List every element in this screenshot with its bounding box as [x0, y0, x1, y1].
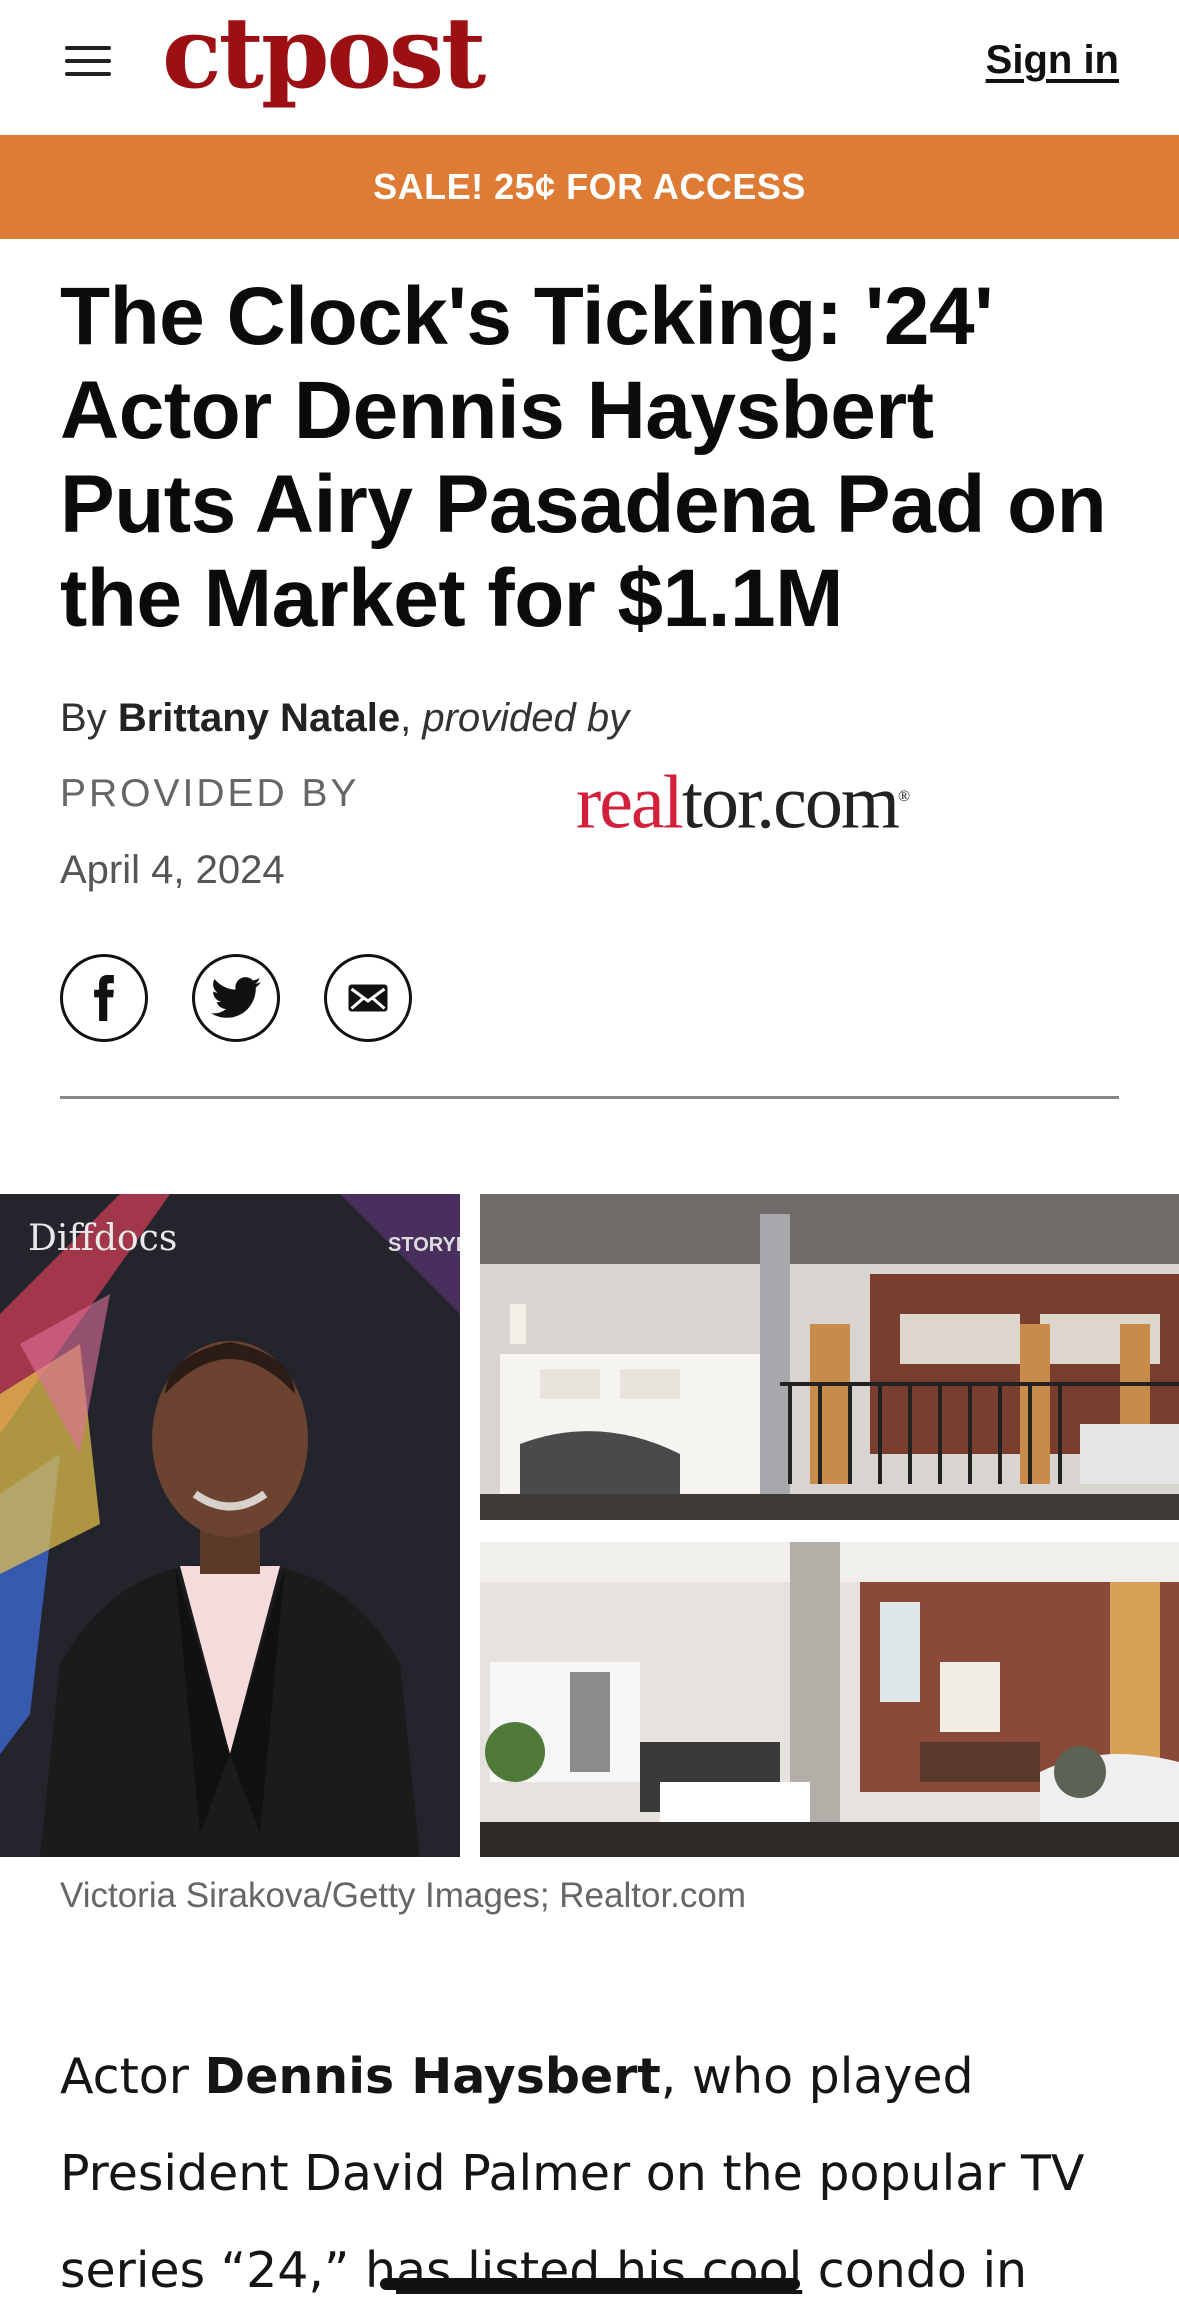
provider-logo-red: real [576, 760, 684, 845]
article-headline: The Clock's Ticking: '24' Actor Dennis H… [60, 271, 1107, 644]
byline-prefix: By [60, 696, 107, 740]
living-room-illustration [480, 1542, 1179, 1857]
hamburger-menu-icon[interactable] [65, 46, 111, 78]
article-photo-collage[interactable]: Diffdocs STORYL [0, 1194, 1179, 1857]
bedroom-loft-photo [480, 1194, 1179, 1520]
backdrop-text-left: Diffdocs [28, 1218, 178, 1259]
facebook-share-button[interactable] [60, 954, 148, 1042]
home-indicator[interactable] [380, 2278, 800, 2290]
publish-date: April 4, 2024 [60, 848, 285, 892]
section-divider [60, 1096, 1119, 1099]
actor-portrait-illustration [0, 1194, 460, 1857]
body-bold-name: Dennis Haysbert [204, 2048, 661, 2105]
body-text-part1: Actor [60, 2048, 205, 2105]
facebook-icon [94, 975, 114, 1021]
body-text-part3: condo in [802, 2242, 1028, 2299]
provider-logo-mark: ® [897, 788, 910, 805]
twitter-share-button[interactable] [192, 954, 280, 1042]
provider-logo[interactable]: realtor.com® [576, 752, 910, 847]
twitter-icon [211, 977, 261, 1018]
provided-by-label: PROVIDED BY [60, 772, 360, 815]
site-header: ctpost Sign in [0, 0, 1179, 135]
author-name[interactable]: Brittany Natale [118, 696, 400, 740]
actor-portrait-photo: Diffdocs STORYL [0, 1194, 460, 1857]
provided-by-inline: provided by [422, 696, 630, 740]
photo-caption: Victoria Sirakova/Getty Images; Realtor.… [60, 1876, 747, 1915]
email-icon [348, 984, 388, 1012]
backdrop-text-right: STORYL [388, 1234, 460, 1256]
bedroom-illustration [480, 1194, 1179, 1520]
sale-banner[interactable]: SALE! 25¢ FOR ACCESS [0, 135, 1179, 239]
email-share-button[interactable] [324, 954, 412, 1042]
body-inline-link[interactable]: as listed his cool [396, 2242, 802, 2299]
sign-in-link[interactable]: Sign in [986, 38, 1119, 83]
provider-logo-dark: tor.com [681, 760, 900, 845]
article-body-paragraph: Actor Dennis Haysbert, who played Presid… [60, 2028, 1140, 2319]
byline: By Brittany Natale, provided by [60, 696, 630, 740]
site-logo[interactable]: ctpost [162, 0, 486, 114]
living-room-photo [480, 1542, 1179, 1857]
